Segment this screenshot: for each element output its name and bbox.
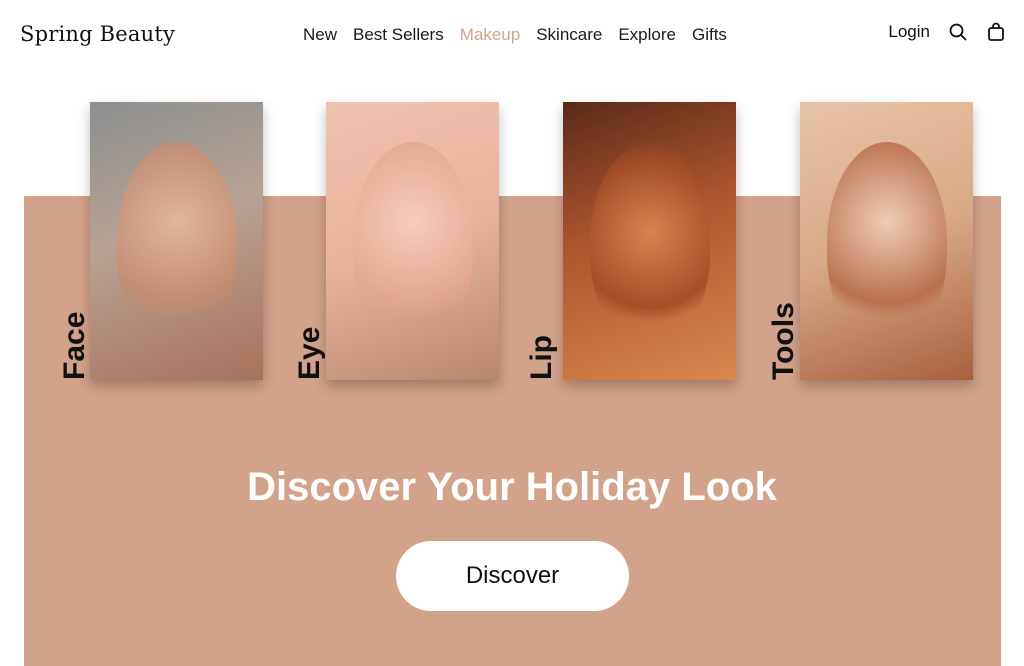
face-image bbox=[116, 142, 237, 342]
nav-item-skincare[interactable]: Skincare bbox=[536, 25, 602, 45]
category-label-eye[interactable]: Eye bbox=[293, 327, 326, 381]
main-nav: New Best Sellers Makeup Skincare Explore… bbox=[303, 25, 727, 45]
nav-item-explore[interactable]: Explore bbox=[618, 25, 676, 45]
category-label-lip[interactable]: Lip bbox=[525, 335, 558, 381]
brand-logo[interactable]: Spring Beauty bbox=[20, 22, 175, 46]
discover-button[interactable]: Discover bbox=[396, 541, 629, 611]
eye-image bbox=[352, 142, 473, 342]
login-link[interactable]: Login bbox=[888, 22, 930, 42]
category-tile-eye[interactable] bbox=[326, 102, 499, 380]
nav-item-makeup[interactable]: Makeup bbox=[460, 25, 520, 45]
page: Spring Beauty New Best Sellers Makeup Sk… bbox=[0, 0, 1024, 666]
nav-item-gifts[interactable]: Gifts bbox=[692, 25, 727, 45]
lip-image bbox=[589, 142, 710, 342]
category-label-tools[interactable]: Tools bbox=[767, 302, 800, 381]
nav-item-best-sellers[interactable]: Best Sellers bbox=[353, 25, 444, 45]
category-tile-tools[interactable] bbox=[800, 102, 973, 380]
category-tile-face[interactable] bbox=[90, 102, 263, 380]
category-label-face[interactable]: Face bbox=[58, 312, 91, 381]
search-icon[interactable] bbox=[948, 22, 968, 42]
tools-image bbox=[826, 142, 947, 342]
shopping-bag-icon[interactable] bbox=[986, 22, 1006, 42]
header-actions: Login bbox=[888, 22, 1006, 42]
hero-headline: Discover Your Holiday Look bbox=[247, 465, 777, 509]
nav-item-new[interactable]: New bbox=[303, 25, 337, 45]
category-tile-lip[interactable] bbox=[563, 102, 736, 380]
